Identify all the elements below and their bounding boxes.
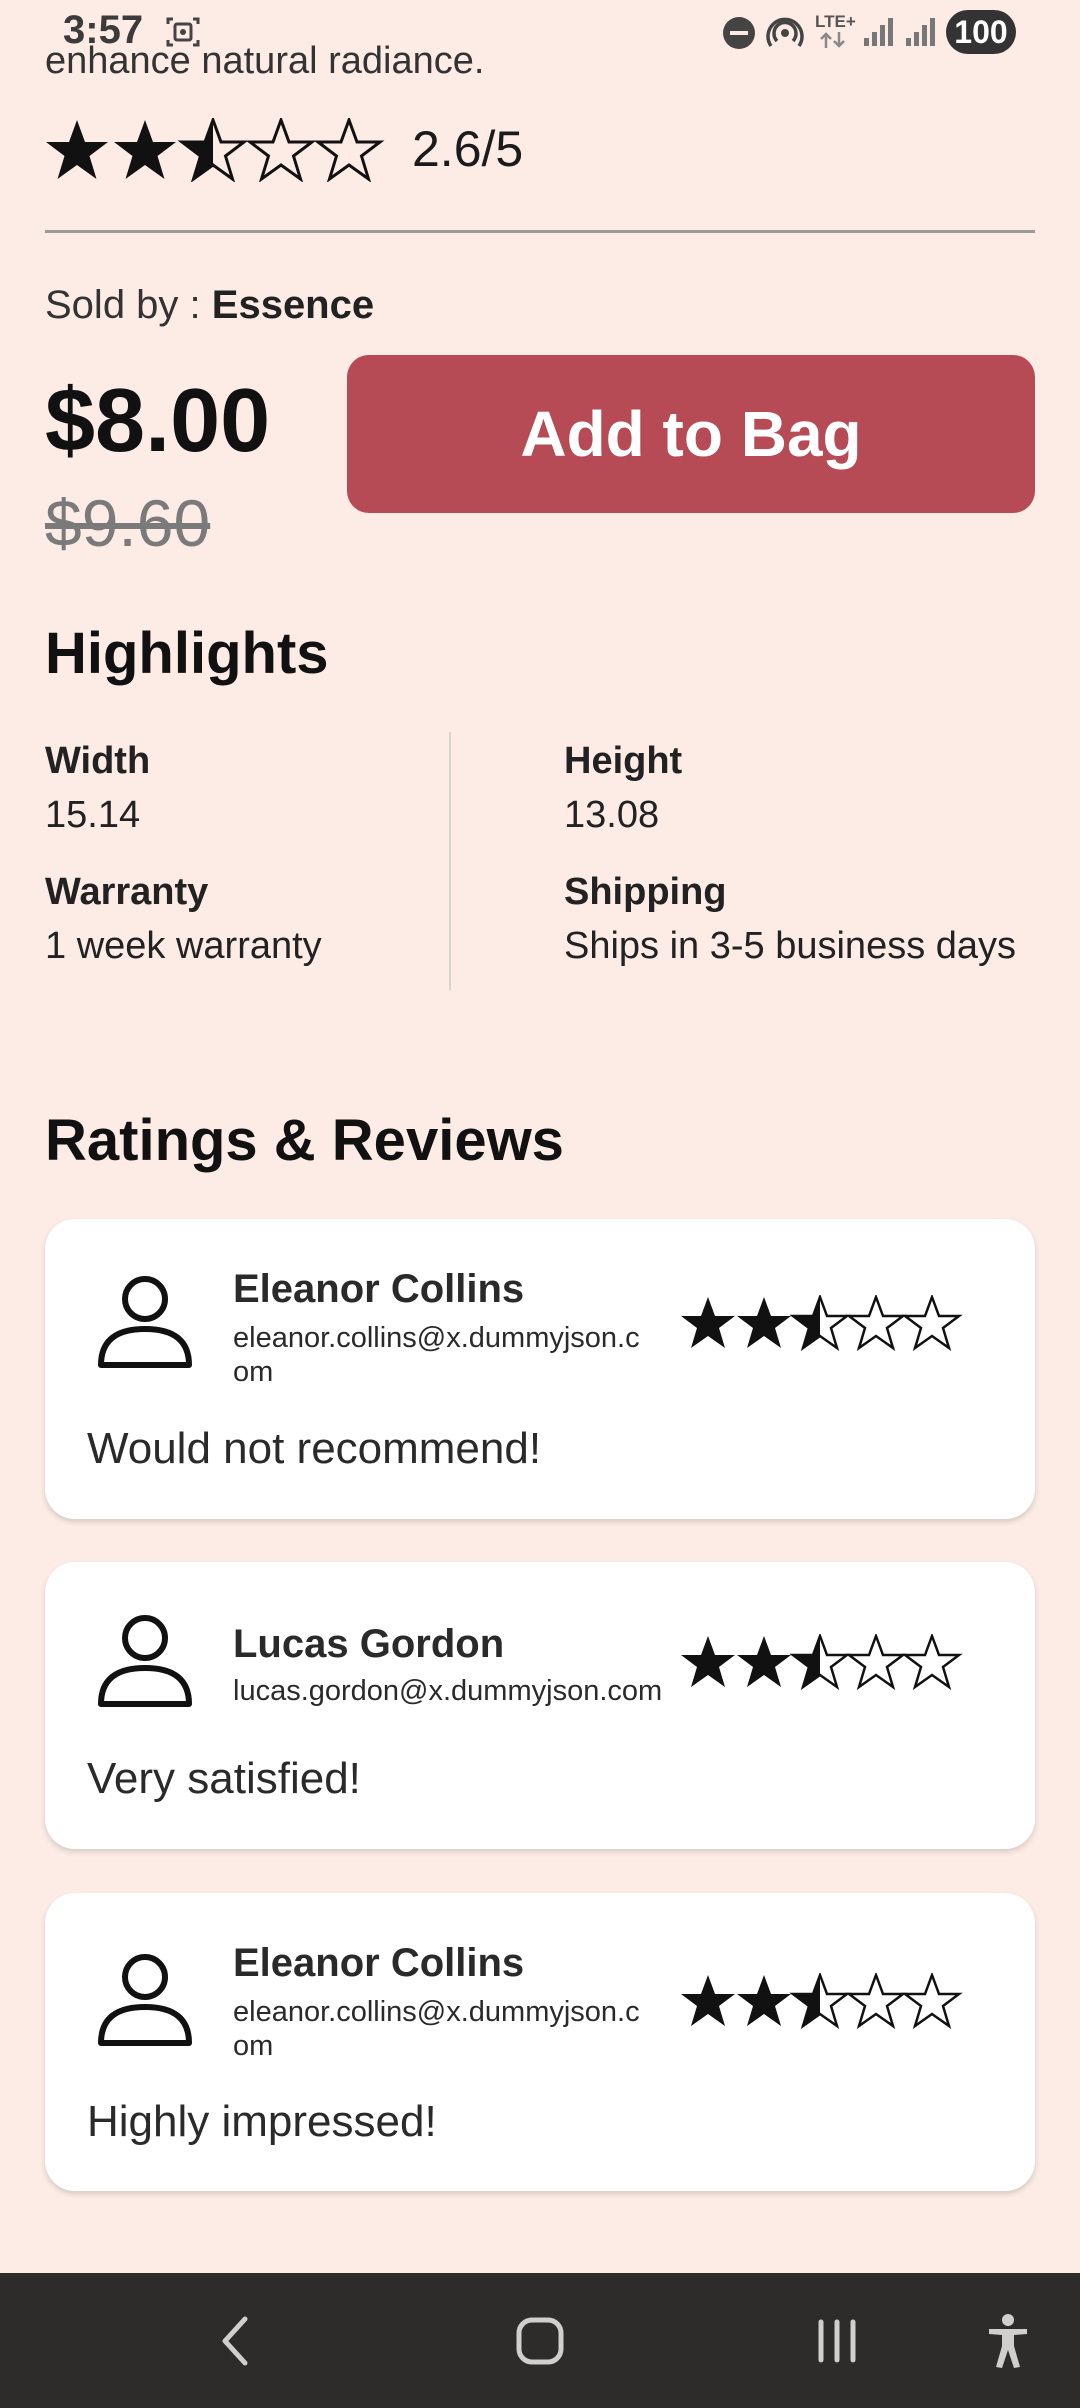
back-button[interactable] [195,2273,275,2408]
recents-icon [818,2319,856,2362]
highlight-value-width: 15.14 [45,794,141,836]
sold-by-label: Sold by : [45,283,212,327]
highlight-label-width: Width [45,740,151,782]
price: $8.00 [45,371,271,471]
highlight-value-warranty: 1 week warranty [45,925,322,967]
review-comment: Highly impressed! [87,2097,437,2146]
star-filled-icon [46,120,108,179]
star-outline-icon [248,118,314,181]
highlight-label-shipping: Shipping [564,871,727,913]
divider [45,230,1035,233]
rating-text: 2.6/5 [412,121,524,177]
signal-icon [864,18,893,46]
star-filled-icon [737,1636,791,1687]
sold-by: Sold by : Essence [45,283,374,328]
review-card: Eleanor Collins eleanor.collins@x.dummyj… [45,1219,1035,1519]
rating-stars-svg [46,118,382,181]
star-filled-icon [737,1297,791,1348]
reviews-title: Ratings & Reviews [45,1108,564,1173]
accessibility-button[interactable] [968,2273,1048,2408]
recents-button[interactable] [797,2273,877,2408]
do-not-disturb-icon [723,17,755,49]
star-outline-icon [847,1973,905,2028]
review-email: eleanor.collins@x.dummyjson.com [233,1322,640,1388]
review-card: Eleanor Collins eleanor.collins@x.dummyj… [45,1893,1035,2191]
signal-icon-2 [906,18,935,46]
brand-name: Essence [211,283,375,327]
highlight-label-height: Height [564,740,683,782]
person-icon [98,1276,192,1368]
review-stars [681,1634,961,1689]
add-to-bag-button[interactable]: Add to Bag [347,355,1035,513]
back-icon [222,2316,248,2365]
person-icon [98,1615,192,1707]
review-card: Lucas Gordon lucas.gordon@x.dummyjson.co… [45,1562,1035,1849]
highlight-label-warranty: Warranty [45,871,209,913]
star-outline-icon [847,1634,905,1689]
star-filled-icon [681,1297,735,1348]
review-comment: Would not recommend! [87,1424,542,1473]
review-name: Eleanor Collins [233,1941,525,1985]
highlights-divider [449,732,451,990]
star-outline-icon [903,1295,961,1350]
star-filled-icon [737,1975,791,2026]
star-outline-icon [847,1295,905,1350]
review-name: Lucas Gordon [233,1622,505,1666]
product-rating-stars [45,118,395,187]
data-arrows-icon [820,32,845,48]
network-type: LTE+ [815,12,856,31]
star-half-icon [791,1295,849,1350]
star-half-icon [180,118,246,181]
highlights-title: Highlights [45,621,329,686]
star-outline-icon [316,118,382,181]
review-email: eleanor.collins@x.dummyjson.com [233,1996,640,2062]
star-filled-icon [681,1975,735,2026]
accessibility-icon [989,2313,1027,2368]
original-price: $9.60 [45,486,211,560]
review-comment: Very satisfied! [87,1754,361,1803]
review-stars [681,1973,961,2028]
review-name: Eleanor Collins [233,1267,525,1311]
person-icon [98,1954,192,2046]
highlight-value-shipping: Ships in 3-5 business days [564,925,1017,967]
star-filled-icon [114,120,176,179]
star-half-icon [791,1973,849,2028]
highlight-value-height: 13.08 [564,794,660,836]
review-stars [681,1295,961,1350]
review-email: lucas.gordon@x.dummyjson.com [233,1675,663,1707]
home-button[interactable] [500,2273,580,2408]
system-nav-bar [0,2273,1080,2408]
hotspot-icon [766,17,804,47]
battery-indicator: 100 [946,10,1016,54]
star-half-icon [791,1634,849,1689]
home-icon [516,2317,564,2364]
star-outline-icon [903,1634,961,1689]
star-outline-icon [903,1973,961,2028]
star-filled-icon [681,1636,735,1687]
